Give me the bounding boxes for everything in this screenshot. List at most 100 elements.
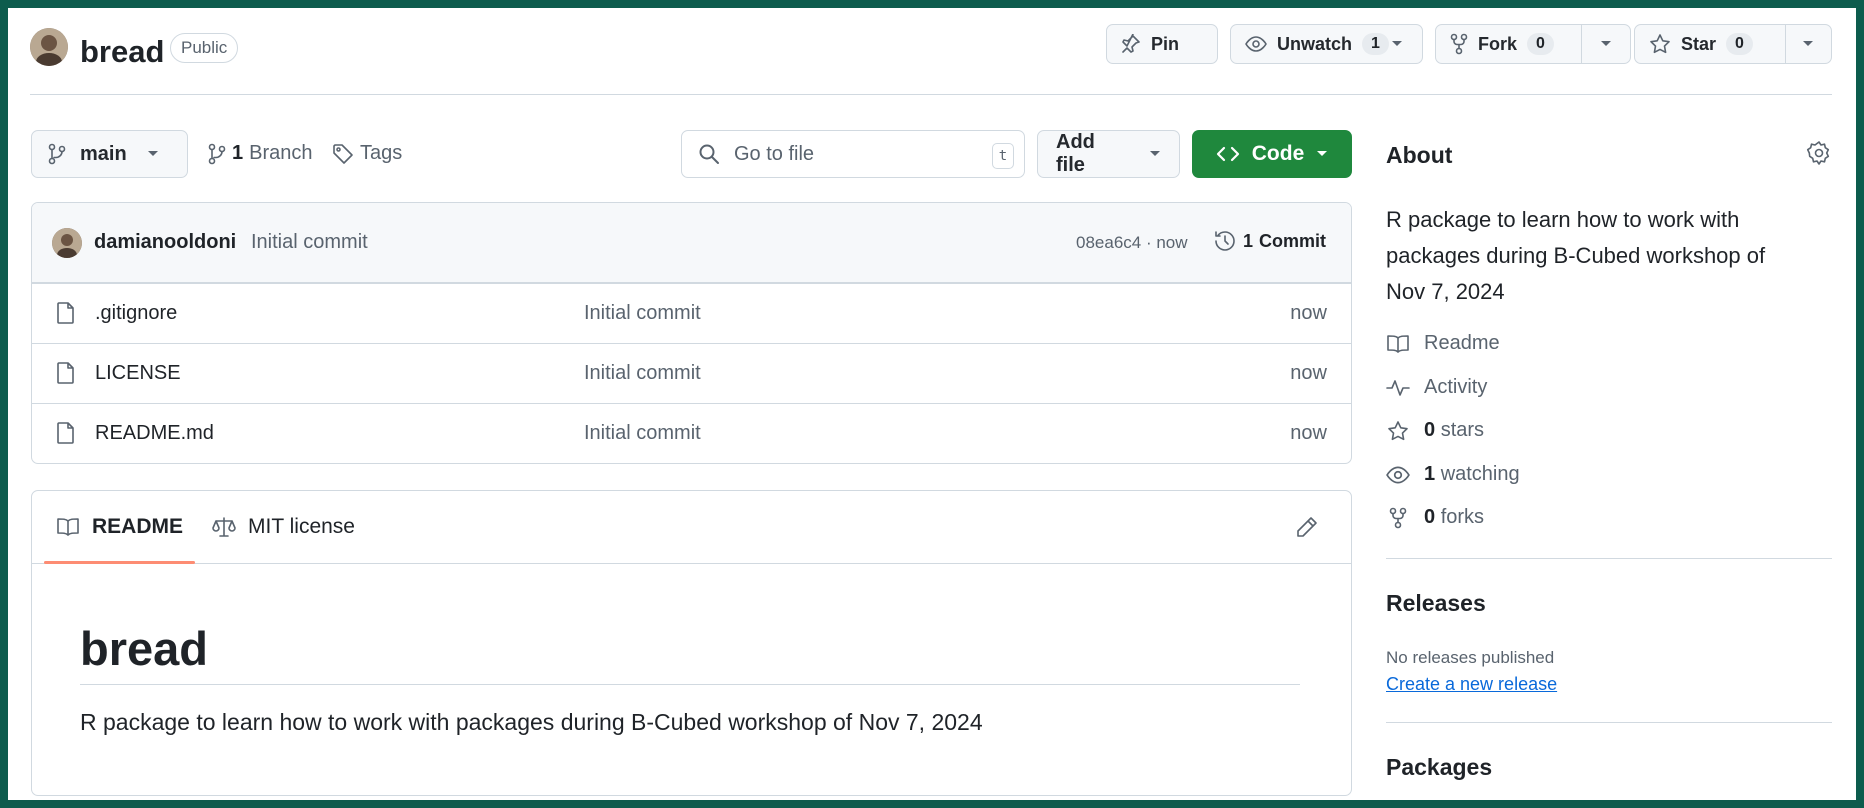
tab-readme[interactable]: README	[43, 491, 196, 564]
file-icon	[56, 361, 76, 385]
watching-label: watching	[1440, 463, 1520, 485]
file-name[interactable]: LICENSE	[95, 362, 181, 385]
forks-label: forks	[1440, 506, 1485, 528]
readme-title: bread	[80, 621, 1300, 685]
divider	[1386, 722, 1832, 723]
file-time: now	[1290, 422, 1327, 444]
forks-count: 0	[1424, 506, 1436, 528]
commit-hash-time[interactable]: 08ea6c4 · now	[1076, 233, 1188, 253]
owner-avatar[interactable]	[30, 28, 68, 66]
repo-name[interactable]: bread	[80, 34, 164, 70]
file-list: damianooldoni Initial commit 08ea6c4 · n…	[31, 202, 1352, 464]
file-commit-message[interactable]: Initial commit	[584, 422, 701, 445]
commits-label: Commit	[1259, 230, 1327, 251]
file-name[interactable]: README.md	[95, 422, 214, 445]
file-commit-message[interactable]: Initial commit	[584, 362, 701, 385]
pencil-icon[interactable]	[1295, 515, 1319, 539]
latest-commit-bar: damianooldoni Initial commit 08ea6c4 · n…	[32, 203, 1351, 283]
search-icon	[698, 143, 720, 165]
commit-message[interactable]: Initial commit	[251, 231, 368, 254]
watching-count: 1	[1424, 463, 1436, 485]
file-time: now	[1290, 362, 1327, 384]
commits-link[interactable]: 1 Commit	[1213, 229, 1326, 253]
readme-body: R package to learn how to work with pack…	[80, 709, 983, 735]
repo-header: bread Public Pin Unwatch 1 Fork 0 Star 0	[30, 22, 1832, 95]
about-description: R package to learn how to work with pack…	[1386, 207, 1766, 304]
star-icon	[1386, 420, 1410, 442]
caret-down-icon	[1600, 40, 1612, 48]
eye-icon	[1245, 34, 1267, 54]
tags-label: Tags	[360, 142, 403, 164]
fork-button[interactable]: Fork 0	[1435, 24, 1631, 64]
tag-icon	[332, 143, 354, 165]
fork-dropdown[interactable]	[1581, 25, 1630, 63]
branch-icon	[208, 143, 226, 165]
watch-button[interactable]: Unwatch 1	[1230, 24, 1423, 64]
divider	[1386, 558, 1832, 559]
forks-link[interactable]: 0 forks	[1386, 506, 1484, 529]
stars-label: stars	[1440, 419, 1485, 441]
code-icon	[1216, 145, 1240, 163]
file-row[interactable]: README.md Initial commit now	[32, 403, 1351, 463]
file-row[interactable]: LICENSE Initial commit now	[32, 343, 1351, 403]
star-dropdown[interactable]	[1785, 25, 1830, 63]
branch-select[interactable]: main	[31, 130, 188, 178]
star-count: 0	[1726, 33, 1753, 55]
no-releases-text: No releases published	[1386, 648, 1555, 667]
stars-link[interactable]: 0 stars	[1386, 419, 1484, 442]
readme-link-label: Readme	[1424, 332, 1500, 354]
eye-icon	[1386, 464, 1410, 486]
commits-count: 1	[1243, 230, 1254, 251]
star-label: Star	[1681, 33, 1717, 54]
file-name[interactable]: .gitignore	[95, 302, 177, 325]
visibility-badge: Public	[170, 33, 239, 63]
tab-license[interactable]: MIT license	[212, 491, 355, 563]
search-placeholder: Go to file	[734, 142, 815, 165]
stars-count: 0	[1424, 419, 1436, 441]
create-release-link[interactable]: Create a new release	[1386, 674, 1557, 695]
watch-dropdown[interactable]	[1381, 25, 1413, 63]
branches-link[interactable]: 1 Branch	[208, 142, 313, 165]
pulse-icon	[1386, 377, 1410, 399]
branches-count: 1	[232, 142, 244, 164]
pin-button[interactable]: Pin	[1106, 24, 1218, 64]
tab-readme-label: README	[92, 515, 184, 538]
branches-label: Branch	[249, 142, 313, 164]
fork-icon	[1386, 507, 1410, 529]
code-button[interactable]: Code	[1192, 130, 1352, 178]
law-icon	[212, 516, 236, 538]
shortcut-key: t	[992, 143, 1014, 169]
fork-icon	[1450, 33, 1468, 55]
add-file-button[interactable]: Add file	[1037, 130, 1180, 178]
file-row[interactable]: .gitignore Initial commit now	[32, 283, 1351, 343]
add-file-label: Add file	[1056, 131, 1095, 176]
tab-license-label: MIT license	[248, 515, 355, 538]
releases-title[interactable]: Releases	[1386, 590, 1486, 617]
branch-icon	[48, 143, 66, 165]
pin-label: Pin	[1151, 33, 1180, 54]
star-button[interactable]: Star 0	[1634, 24, 1832, 64]
readme-link[interactable]: Readme	[1386, 332, 1500, 355]
book-icon	[56, 516, 80, 538]
caret-down-icon	[1802, 40, 1814, 48]
file-icon	[56, 421, 76, 445]
history-icon	[1213, 229, 1237, 253]
go-to-file-input[interactable]: Go to file t	[681, 130, 1025, 178]
packages-title[interactable]: Packages	[1386, 754, 1492, 781]
watching-link[interactable]: 1 watching	[1386, 463, 1520, 486]
gear-icon[interactable]	[1806, 140, 1832, 166]
tags-link[interactable]: Tags	[332, 142, 402, 165]
star-icon	[1649, 33, 1671, 55]
commit-author[interactable]: damianooldoni	[94, 231, 236, 254]
activity-link[interactable]: Activity	[1386, 376, 1487, 399]
about-title: About	[1386, 142, 1453, 168]
readme-panel: README MIT license bread R package to le…	[31, 490, 1352, 796]
file-icon	[56, 301, 76, 325]
file-commit-message[interactable]: Initial commit	[584, 302, 701, 325]
branch-name: main	[80, 142, 127, 165]
pin-icon	[1121, 34, 1141, 54]
code-label: Code	[1251, 142, 1305, 165]
fork-label: Fork	[1478, 33, 1518, 54]
author-avatar[interactable]	[52, 228, 82, 258]
caret-down-icon	[1149, 150, 1161, 158]
